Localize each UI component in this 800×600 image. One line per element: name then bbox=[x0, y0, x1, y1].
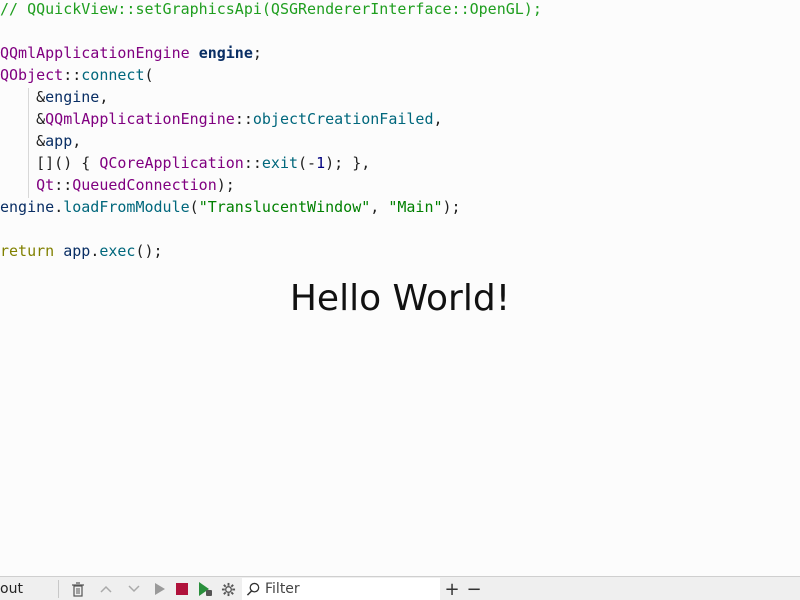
code-token: :: bbox=[63, 66, 82, 84]
code-token: :: bbox=[234, 110, 253, 128]
code-line: engine.loadFromModule("TranslucentWindow… bbox=[0, 196, 800, 218]
code-token: []() { bbox=[0, 154, 100, 172]
code-editor[interactable]: // QQuickView::setGraphicsApi(QSGRendere… bbox=[0, 0, 800, 262]
hello-world-text: Hello World! bbox=[289, 278, 511, 319]
code-token: QCoreApplication bbox=[99, 154, 244, 172]
zoom-in-button[interactable]: + bbox=[442, 579, 462, 600]
code-token: 1 bbox=[316, 154, 326, 172]
filter-input[interactable] bbox=[261, 581, 425, 597]
code-line: Qt::QueuedConnection); bbox=[0, 174, 800, 196]
code-token: ); bbox=[442, 198, 461, 216]
code-token: engine bbox=[45, 88, 100, 106]
zoom-out-button[interactable]: − bbox=[464, 579, 484, 600]
code-token: , bbox=[370, 198, 389, 216]
gear-icon[interactable] bbox=[218, 579, 238, 599]
code-token: & bbox=[0, 110, 46, 128]
chevron-up-icon[interactable] bbox=[96, 579, 116, 599]
app-window: // QQuickView::setGraphicsApi(QSGRendere… bbox=[0, 0, 800, 600]
code-token: ); }, bbox=[325, 154, 371, 172]
code-token: QQmlApplicationEngine bbox=[0, 44, 190, 62]
stop-icon[interactable] bbox=[172, 579, 192, 599]
code-line: return app.exec(); bbox=[0, 240, 800, 262]
code-token: ( bbox=[189, 198, 199, 216]
code-token: :: bbox=[54, 176, 73, 194]
toolbar-separator bbox=[58, 580, 59, 598]
code-token: (); bbox=[135, 242, 163, 260]
search-icon bbox=[246, 582, 261, 597]
code-token: "TranslucentWindow" bbox=[198, 198, 371, 216]
code-token: & bbox=[0, 132, 46, 150]
code-line: QObject::connect( bbox=[0, 64, 800, 86]
code-token: app bbox=[63, 242, 91, 260]
code-token: loadFromModule bbox=[63, 198, 190, 216]
code-token: engine bbox=[0, 198, 55, 216]
code-line: QQmlApplicationEngine engine; bbox=[0, 42, 800, 64]
code-token: , bbox=[99, 88, 109, 106]
code-token: ; bbox=[252, 44, 262, 62]
filter-field[interactable] bbox=[242, 578, 440, 600]
code-token: . bbox=[90, 242, 100, 260]
trash-icon[interactable] bbox=[68, 579, 88, 599]
run-debug-icon[interactable] bbox=[195, 579, 215, 599]
code-token: // QQuickView::setGraphicsApi(QSGRendere… bbox=[0, 0, 542, 18]
code-token: , bbox=[433, 110, 443, 128]
code-token: engine bbox=[198, 44, 253, 62]
code-token: ); bbox=[216, 176, 235, 194]
code-token: . bbox=[54, 198, 64, 216]
code-token: (- bbox=[298, 154, 317, 172]
code-token: QueuedConnection bbox=[72, 176, 217, 194]
code-token: app bbox=[45, 132, 73, 150]
code-token: "Main" bbox=[388, 198, 443, 216]
code-token: & bbox=[0, 88, 46, 106]
code-line: &engine, bbox=[0, 86, 800, 108]
code-line: // QQuickView::setGraphicsApi(QSGRendere… bbox=[0, 0, 800, 20]
code-token: exec bbox=[99, 242, 136, 260]
code-token: exit bbox=[261, 154, 299, 172]
code-token: ( bbox=[144, 66, 154, 84]
code-token: QObject bbox=[0, 66, 64, 84]
pane-label: out bbox=[0, 581, 23, 597]
code-token: :: bbox=[243, 154, 262, 172]
code-token: Qt bbox=[36, 176, 55, 194]
code-token: objectCreationFailed bbox=[252, 110, 434, 128]
code-token: QQmlApplicationEngine bbox=[45, 110, 235, 128]
code-token: connect bbox=[81, 66, 145, 84]
chevron-down-icon[interactable] bbox=[124, 579, 144, 599]
output-pane-toolbar: out Filter + − bbox=[0, 576, 800, 600]
play-icon[interactable] bbox=[150, 579, 170, 599]
code-token: return bbox=[0, 242, 55, 260]
code-line: []() { QCoreApplication::exit(-1); }, bbox=[0, 152, 800, 174]
code-line: &app, bbox=[0, 130, 800, 152]
code-line: &QQmlApplicationEngine::objectCreationFa… bbox=[0, 108, 800, 130]
indent-guide bbox=[28, 88, 29, 198]
code-token: , bbox=[72, 132, 82, 150]
